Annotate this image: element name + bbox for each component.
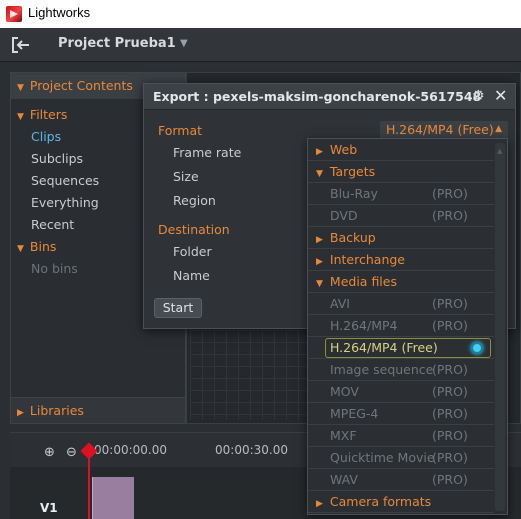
project-menu-chevron-down-icon[interactable]: ▼ <box>180 38 188 49</box>
libraries-section[interactable]: ▶ Libraries <box>11 397 185 423</box>
category-web[interactable]: ▶ Web <box>308 139 494 161</box>
format-item-dvd[interactable]: DVD (PRO) <box>308 205 494 227</box>
project-contents-title: ▼ Project Contents <box>17 78 133 93</box>
size-label: Size <box>173 169 199 184</box>
export-dialog-title: Export : pexels-maksim-goncharenok-56175… <box>153 89 482 104</box>
project-name[interactable]: Project Prueba1 <box>58 36 176 51</box>
window-title: Lightworks <box>28 5 91 20</box>
expand-triangle-icon: ▶ <box>316 257 323 267</box>
track-label-v1[interactable]: V1 <box>40 501 58 515</box>
expand-triangle-icon: ▶ <box>17 408 24 418</box>
filters-section[interactable]: ▼ Filters <box>17 107 67 122</box>
collapse-triangle-icon: ▼ <box>17 83 24 93</box>
folder-label: Folder <box>173 244 212 259</box>
format-select-value: H.264/MP4 (Free) <box>386 122 494 137</box>
format-dropdown-menu: ▲ ▶ Web ▼ Targets Blu-Ray (PRO) DVD (PRO) ▶ B… <box>307 138 508 515</box>
export-dialog-header[interactable]: Export : pexels-maksim-goncharenok-56175… <box>144 84 515 110</box>
bins-section[interactable]: ▼ Bins <box>17 239 56 254</box>
frame-rate-label: Frame rate <box>173 145 242 160</box>
selection-highlight <box>325 338 491 358</box>
playhead[interactable] <box>88 447 90 519</box>
start-button[interactable]: Start <box>154 298 202 318</box>
no-bins-text: No bins <box>31 261 78 276</box>
format-item-image-sequence[interactable]: Image sequence (PRO) <box>308 359 494 381</box>
format-item-mpeg4[interactable]: MPEG-4 (PRO) <box>308 403 494 425</box>
filter-item-clips[interactable]: Clips <box>31 129 61 144</box>
format-item-h264-mp4[interactable]: H.264/MP4 (PRO) <box>308 315 494 337</box>
destination-section-label: Destination <box>158 222 230 237</box>
category-backup[interactable]: ▶ Backup <box>308 227 494 249</box>
collapse-triangle-icon: ▼ <box>17 244 24 254</box>
app-header: Project Prueba1 ▼ <box>0 28 521 62</box>
zoom-out-icon[interactable]: ⊖ <box>66 445 77 460</box>
format-item-h264-mp4-free[interactable]: H.264/MP4 (Free) <box>308 337 494 359</box>
format-item-mxf[interactable]: MXF (PRO) <box>308 425 494 447</box>
expand-triangle-icon: ▶ <box>316 499 323 509</box>
selected-radio-icon <box>471 342 483 354</box>
libraries-title: ▶ Libraries <box>17 403 84 418</box>
filter-item-subclips[interactable]: Subclips <box>31 151 83 166</box>
collapse-triangle-icon: ▼ <box>17 112 24 122</box>
filter-item-sequences[interactable]: Sequences <box>31 173 99 188</box>
format-item-avi[interactable]: AVI (PRO) <box>308 293 494 315</box>
format-item-quicktime-movie[interactable]: Quicktime Movie (PRO) <box>308 447 494 469</box>
window-titlebar: Lightworks <box>0 0 521 28</box>
expand-triangle-icon: ▶ <box>316 147 323 157</box>
filter-item-everything[interactable]: Everything <box>31 195 99 210</box>
zoom-in-icon[interactable]: ⊕ <box>44 445 55 460</box>
scroll-up-icon[interactable]: ▲ <box>497 147 503 155</box>
lightworks-logo-icon <box>6 6 22 22</box>
expand-triangle-icon: ▶ <box>316 235 323 245</box>
collapse-triangle-icon: ▼ <box>316 169 323 179</box>
format-item-wav[interactable]: WAV (PRO) <box>308 469 494 491</box>
settings-gear-icon[interactable]: ⚙ <box>472 88 485 104</box>
collapse-triangle-icon: ▼ <box>316 279 323 289</box>
category-interchange[interactable]: ▶ Interchange <box>308 249 494 271</box>
timeline-clip[interactable] <box>92 477 134 519</box>
chevron-up-icon: ▲ <box>495 124 502 134</box>
filter-item-recent[interactable]: Recent <box>31 217 74 232</box>
format-item-mov[interactable]: MOV (PRO) <box>308 381 494 403</box>
category-media-files[interactable]: ▼ Media files <box>308 271 494 293</box>
dropdown-scrollbar[interactable]: ▲ <box>495 143 505 511</box>
category-targets[interactable]: ▼ Targets <box>308 161 494 183</box>
category-camera-formats[interactable]: ▶ Camera formats <box>308 491 494 513</box>
viewer-grid <box>190 330 310 420</box>
name-label: Name <box>173 268 210 283</box>
region-label: Region <box>173 193 216 208</box>
format-section-label: Format <box>158 123 203 138</box>
exit-project-icon[interactable] <box>10 36 32 54</box>
format-item-blu-ray[interactable]: Blu-Ray (PRO) <box>308 183 494 205</box>
timecode-start: 00:00:00.00 <box>94 443 167 457</box>
timecode-30s: 00:00:30.00 <box>215 443 288 457</box>
close-icon[interactable]: ✕ <box>494 86 507 105</box>
